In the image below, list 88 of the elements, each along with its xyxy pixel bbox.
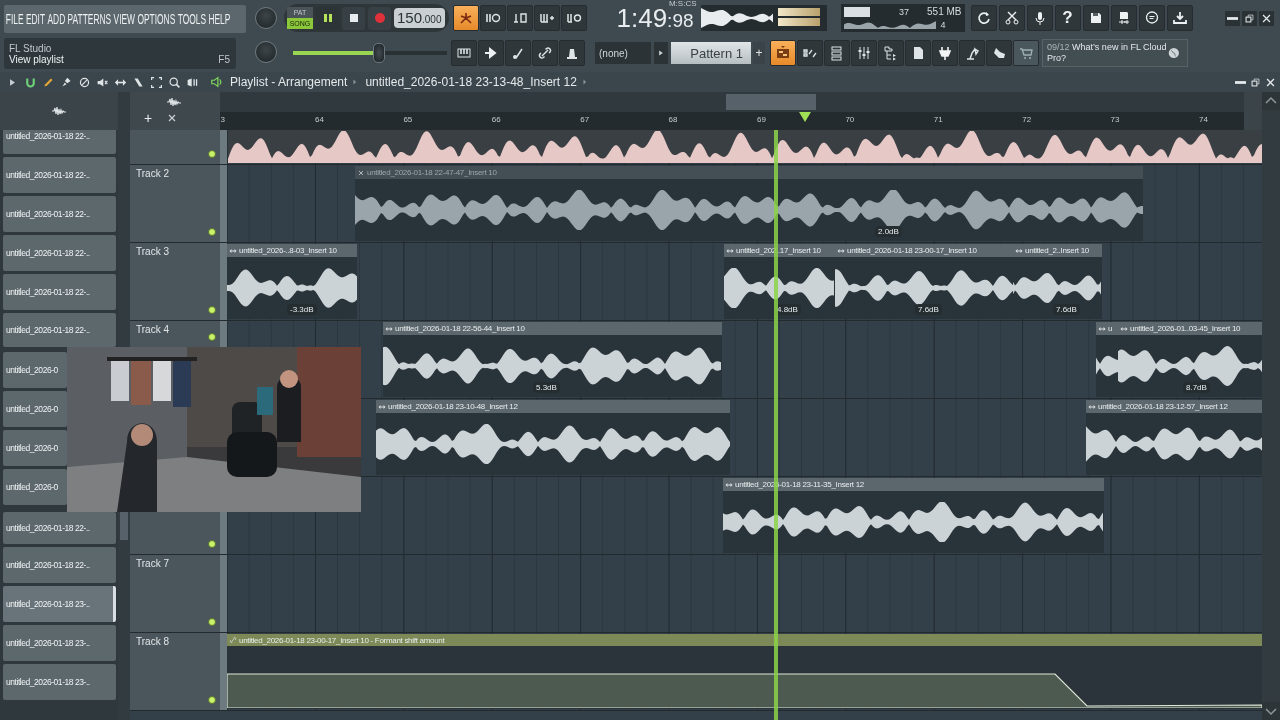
gain-label: 5.3dB [533, 382, 560, 393]
bar-number: 64 [315, 115, 324, 124]
menu-item[interactable]: FILE [5, 11, 24, 27]
menu-item[interactable]: OPTIONS [137, 11, 176, 27]
bar-number: 68 [668, 115, 678, 124]
track-name: Track 4 [136, 324, 169, 335]
gain-label: -3.3dB [287, 304, 317, 315]
clip-name: untitled_2026-01-18 23-00-17_Insert 10 - Formant shift amount [239, 635, 445, 645]
memory-value: 551 MB [927, 6, 962, 17]
clip-name: untitled_2026-01-18 23-00-17_Insert 10 [847, 246, 977, 255]
clip-picker-item[interactable]: untitled_2026-01-18 23-.. [3, 664, 116, 700]
shortcut-label: F5 [218, 54, 230, 65]
audio-clip[interactable]: untitled_2026-01-18 22-56-44_Insert 10 5.3dB [383, 322, 722, 397]
bar-number: 65 [403, 115, 413, 124]
clip-picker-item[interactable]: untitled_2026-01-18 22-.. [3, 157, 116, 193]
clip-name: untitled_2026-..8-03_Insert 10 [239, 246, 337, 255]
audio-clip[interactable]: u [1096, 322, 1118, 397]
polyphony-value: 4 [940, 19, 946, 30]
track-header[interactable]: Track 4 [130, 321, 220, 347]
track-name: Track 8 [136, 636, 169, 647]
clip-picker-item[interactable]: untitled_2026-0 [3, 469, 67, 505]
clip-picker-item[interactable]: untitled_2026-01-18 22-.. [3, 130, 116, 154]
clip-name: untitled_2026-01..03-45_Insert 10 [1130, 324, 1241, 333]
bar-number: 73 [1110, 115, 1120, 124]
gain-label: 2.0dB [875, 226, 902, 237]
bar-number: 67 [580, 115, 590, 124]
track-name: Track 3 [136, 246, 169, 257]
gain-label: 8.7dB [1183, 382, 1210, 393]
clip-picker-item[interactable]: untitled_2026-01-18 22-.. [3, 547, 116, 583]
hint-title: FL Studio [9, 43, 53, 54]
add-pattern-button[interactable]: + [753, 42, 765, 64]
menu-item[interactable]: VIEW [113, 11, 136, 27]
hint-text: View playlist [9, 54, 64, 65]
menu-item[interactable]: EDIT [25, 11, 46, 27]
tempo-display[interactable]: 150.000 [394, 8, 445, 28]
audio-clip[interactable]: untitled_2..Insert 10 7.6dB [1013, 244, 1102, 319]
clip-name: untitled_2026-01-18 23-12-57_Insert 12 [1098, 402, 1228, 411]
menu-item[interactable]: ADD [47, 11, 66, 27]
clip-picker-item[interactable]: untitled_2026-0 [3, 430, 67, 466]
gain-label: 7.6dB [915, 304, 942, 315]
clip-picker-item[interactable]: untitled_2026-01-18 22-.. [3, 196, 116, 232]
clip-picker-item[interactable]: untitled_2026-01-18 22-.. [3, 313, 116, 347]
menu-item[interactable]: PATTERNS [67, 11, 112, 27]
track-name: Track 2 [136, 168, 169, 179]
clip-picker-item[interactable]: untitled_2026-01-18 23-.. [3, 625, 116, 661]
track-header[interactable]: Track 7 [130, 555, 220, 632]
clip-picker-item[interactable]: untitled_2026-01-18 22-.. [3, 274, 116, 310]
clip-picker-item[interactable]: untitled_2026-01-18 22-.. [3, 235, 116, 271]
news-panel[interactable]: 09/12 What’s new in FL Cloud Pro? [1042, 39, 1188, 67]
clip-name: untitled_2..Insert 10 [1025, 246, 1089, 255]
clip-picker-item[interactable]: untitled_2026-0 [3, 352, 67, 388]
add-track-button[interactable]: + [144, 110, 153, 126]
menu-item[interactable]: HELP [208, 11, 231, 27]
track-header[interactable]: Track 3 [130, 243, 220, 320]
news-text: 09/12 What’s new in FL Cloud Pro? [1047, 42, 1168, 64]
bar-number: 69 [757, 115, 766, 124]
clip-name: untitled_2026-01-18 22-56-44_Insert 10 [395, 324, 525, 333]
track-header[interactable]: Track 8 [130, 633, 220, 710]
cpu-value: 37 [899, 6, 910, 17]
audio-clip[interactable]: untitled_2026-01-18 22-47-47_Insert 10 2.0dB [355, 166, 1143, 241]
clip-picker-item[interactable]: untitled_2026-01-18 23-.. [3, 586, 116, 622]
audio-clip[interactable]: untitled_2026-01..03-45_Insert 10 8.7dB [1118, 322, 1262, 397]
clip-picker-item[interactable]: untitled_2026-0 [3, 391, 67, 427]
menu-item[interactable]: TOOLS [177, 11, 206, 27]
pattern-selector[interactable]: Pattern 1 [671, 42, 751, 64]
audio-clip[interactable]: untitled_2026-..8-03_Insert 10 -3.3dB [227, 244, 357, 319]
bar-number: 72 [1022, 115, 1032, 124]
automation-clip[interactable]: untitled_2026-01-18 23-00-17_Insert 10 - Formant shift amount [227, 634, 1262, 709]
bar-number: 71 [933, 115, 943, 124]
clip-source-name[interactable]: untitled_2026-01-18 23-13-48_Insert 12 [365, 75, 577, 89]
playlist-title: Playlist - Arrangement [230, 75, 348, 89]
pattern-dropdown[interactable]: (none) [595, 42, 651, 64]
audio-clip[interactable]: untitled_2026-01-18 23-10-48_Insert 12 [376, 400, 730, 475]
bar-number: 70 [845, 115, 855, 124]
clip-name: untitled_2026-01-18 23-10-48_Insert 12 [388, 402, 518, 411]
clip-name: untitled_2026-01-18 22-47-47_Insert 10 [367, 168, 497, 177]
gain-label: 7.6dB [1053, 304, 1080, 315]
bar-number: 3 [220, 115, 226, 124]
audio-clip[interactable]: untitled_2026-01-18 23-00-17_Insert 10 7.6dB [835, 244, 1013, 319]
audio-clip[interactable]: untitled_2026-01-18 23-12-57_Insert 12 [1086, 400, 1262, 475]
bar-number: 66 [491, 115, 501, 124]
clip-picker-item[interactable]: untitled_2026-01-18 22-.. [3, 512, 116, 544]
time-format-label: M:S:CS [668, 0, 697, 8]
help-button[interactable]: ? [1054, 5, 1081, 31]
clip-name: u [1108, 324, 1113, 333]
bar-number: 74 [1199, 115, 1208, 124]
track-header[interactable]: Track 2 [130, 165, 220, 242]
track-name: Track 7 [136, 558, 169, 569]
